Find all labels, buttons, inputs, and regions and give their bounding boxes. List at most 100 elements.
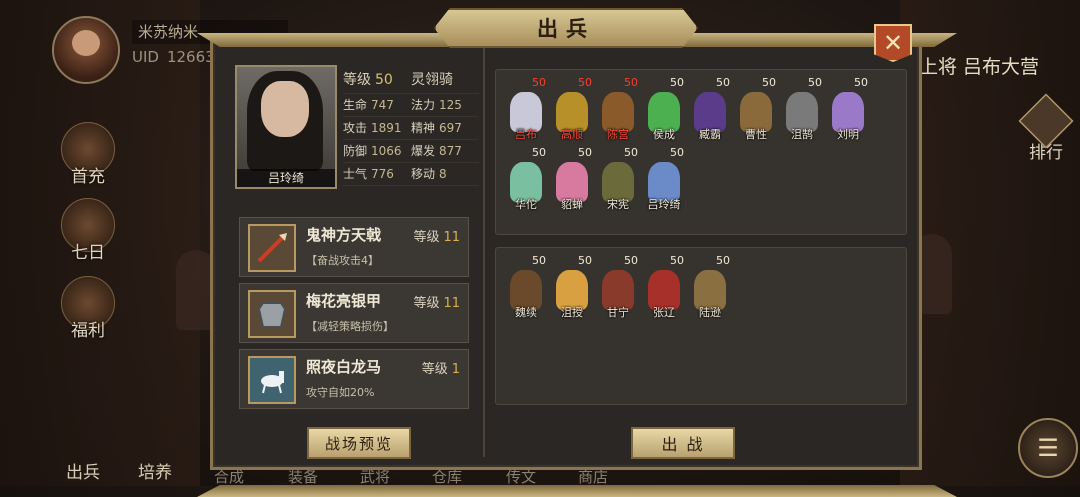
stat-label: 攻击: [343, 121, 368, 135]
stat-value: 8: [439, 167, 447, 181]
stat-value: 125: [439, 98, 462, 112]
unit-level: 50: [578, 146, 592, 159]
stat-value: 1891: [371, 121, 402, 135]
unit-card[interactable]: 50 沮授: [548, 254, 596, 324]
unit-level: 50: [532, 76, 546, 89]
stat-label: 士气: [343, 167, 368, 181]
equipment-name: 鬼神方天戟: [306, 226, 382, 244]
stat-row-level: 等级 50 灵翎骑: [343, 67, 479, 94]
equipment-level-value: 1: [451, 362, 460, 377]
portrait-face: [261, 81, 309, 137]
stat-value: 747: [371, 98, 394, 112]
unit-level: 50: [624, 76, 638, 89]
unit-card[interactable]: 50 刘明: [824, 76, 872, 146]
unit-level: 50: [578, 76, 592, 89]
dialog-title: 出兵: [537, 16, 595, 41]
unit-card[interactable]: 50 沮鹄: [778, 76, 826, 146]
sidebar-label: 七日: [71, 243, 105, 263]
nav-deploy[interactable]: 出兵: [66, 458, 100, 483]
unit-card[interactable]: 50 吕布: [502, 76, 550, 146]
rank-button[interactable]: 排行: [1018, 93, 1074, 163]
deploy-battle-button[interactable]: 出 战: [631, 427, 735, 459]
unit-card[interactable]: 50 张辽: [640, 254, 688, 324]
unit-card[interactable]: 50 侯成: [640, 76, 688, 146]
equipment-name: 梅花亮银甲: [306, 292, 382, 310]
equipment-level: 等级 11: [413, 226, 460, 245]
unit-card[interactable]: 50 高顺: [548, 76, 596, 146]
deploy-dialog: 吕玲绮 等级 50 灵翎骑 生命 747 法力 125 攻击 1891 精神 697 防御…: [196, 8, 957, 497]
equipment-level-value: 11: [443, 230, 460, 245]
unit-card[interactable]: 50 陆逊: [686, 254, 734, 324]
unit-card[interactable]: 50 貂蝉: [548, 146, 596, 216]
unit-card[interactable]: 50 华佗: [502, 146, 550, 216]
panel-divider: [483, 47, 485, 457]
hero-class: 灵翎骑: [411, 72, 453, 88]
unit-level: 50: [624, 254, 638, 267]
hero-name: 吕玲绮: [237, 169, 335, 187]
hero-portrait[interactable]: 吕玲绮: [235, 65, 337, 189]
unit-name: 吕玲绮: [647, 198, 681, 211]
armor-icon: [248, 290, 296, 338]
stat-label: 移动: [411, 167, 436, 181]
equipment-level-label: 等级: [421, 362, 448, 377]
unit-card[interactable]: 50 甘宁: [594, 254, 642, 324]
unit-level: 50: [716, 76, 730, 89]
unit-level: 50: [670, 76, 684, 89]
stat-row: 防御 1066 爆发 877: [343, 140, 479, 163]
level-value: 50: [375, 72, 393, 88]
battlefield-preview-button[interactable]: 战场预览: [307, 427, 411, 459]
sidebar-item-seven-day[interactable]: 七日: [56, 198, 120, 263]
frame-bottom-bar: [197, 485, 957, 497]
close-icon: ✕: [882, 29, 904, 57]
unit-level: 50: [532, 146, 546, 159]
stat-label: 爆发: [411, 144, 436, 158]
equipment-level-label: 等级: [413, 230, 440, 245]
sidebar-label: 福利: [71, 321, 105, 341]
equipment-name: 照夜白龙马: [306, 358, 382, 376]
deployed-units-panel: 50 吕布 50 高顺 50 陈宫 50 侯成 50 臧霸 50 曹性 50 沮鹄 50 刘明 50 华佗 50 貂蝉…: [495, 69, 907, 235]
equipment-slot-horse[interactable]: 照夜白龙马 等级 1 攻守自如20%: [239, 349, 469, 409]
hero-stats: 等级 50 灵翎骑 生命 747 法力 125 攻击 1891 精神 697 防御 1066…: [343, 67, 479, 186]
equipment-level-label: 等级: [413, 296, 440, 311]
close-button[interactable]: ✕: [874, 24, 912, 62]
unit-card[interactable]: 50 曹性: [732, 76, 780, 146]
unit-level: 50: [808, 76, 822, 89]
equipment-slot-weapon[interactable]: 鬼神方天戟 等级 11 【奋战攻击4】: [239, 217, 469, 277]
unit-level: 50: [532, 254, 546, 267]
dialog-title-plate: 出兵: [434, 8, 698, 48]
stat-value: 877: [439, 144, 462, 158]
unit-level: 50: [670, 146, 684, 159]
player-avatar[interactable]: [52, 16, 120, 84]
white-horse-icon: [248, 356, 296, 404]
unit-card[interactable]: 50 宋宪: [594, 146, 642, 216]
equipment-desc: 【奋战攻击4】: [306, 254, 379, 267]
stat-label: 防御: [343, 144, 368, 158]
stat-label: 精神: [411, 121, 436, 135]
unit-level: 50: [854, 76, 868, 89]
stat-row: 攻击 1891 精神 697: [343, 117, 479, 140]
sidebar-item-welfare[interactable]: 福利: [56, 276, 120, 341]
dialog-frame: 吕玲绮 等级 50 灵翎骑 生命 747 法力 125 攻击 1891 精神 697 防御…: [197, 33, 957, 497]
equipment-desc: 攻守自如20%: [306, 386, 375, 399]
sidebar-item-first-recharge[interactable]: 首充: [56, 122, 120, 187]
unit-card[interactable]: 50 吕玲绮: [640, 146, 688, 216]
unit-level: 50: [670, 254, 684, 267]
unit-name: 陆逊: [699, 306, 721, 319]
equipment-desc: 【减轻策略损伤】: [306, 320, 394, 333]
equipment-level-value: 11: [443, 296, 460, 311]
unit-card[interactable]: 50 魏续: [502, 254, 550, 324]
level-label: 等级: [343, 72, 371, 88]
unit-card[interactable]: 50 臧霸: [686, 76, 734, 146]
sidebar-label: 首充: [71, 167, 105, 187]
unit-card[interactable]: 50 陈宫: [594, 76, 642, 146]
unit-level: 50: [762, 76, 776, 89]
equipment-slot-armor[interactable]: 梅花亮银甲 等级 11 【减轻策略损伤】: [239, 283, 469, 343]
equipment-level: 等级 11: [413, 292, 460, 311]
nav-train[interactable]: 培养: [138, 458, 172, 483]
equipment-level: 等级 1: [422, 358, 460, 377]
unit-name: 刘明: [837, 128, 859, 141]
uid-label: UID: [132, 48, 159, 66]
stat-label: 法力: [411, 98, 436, 112]
stat-value: 1066: [371, 144, 402, 158]
stat-row: 生命 747 法力 125: [343, 94, 479, 117]
